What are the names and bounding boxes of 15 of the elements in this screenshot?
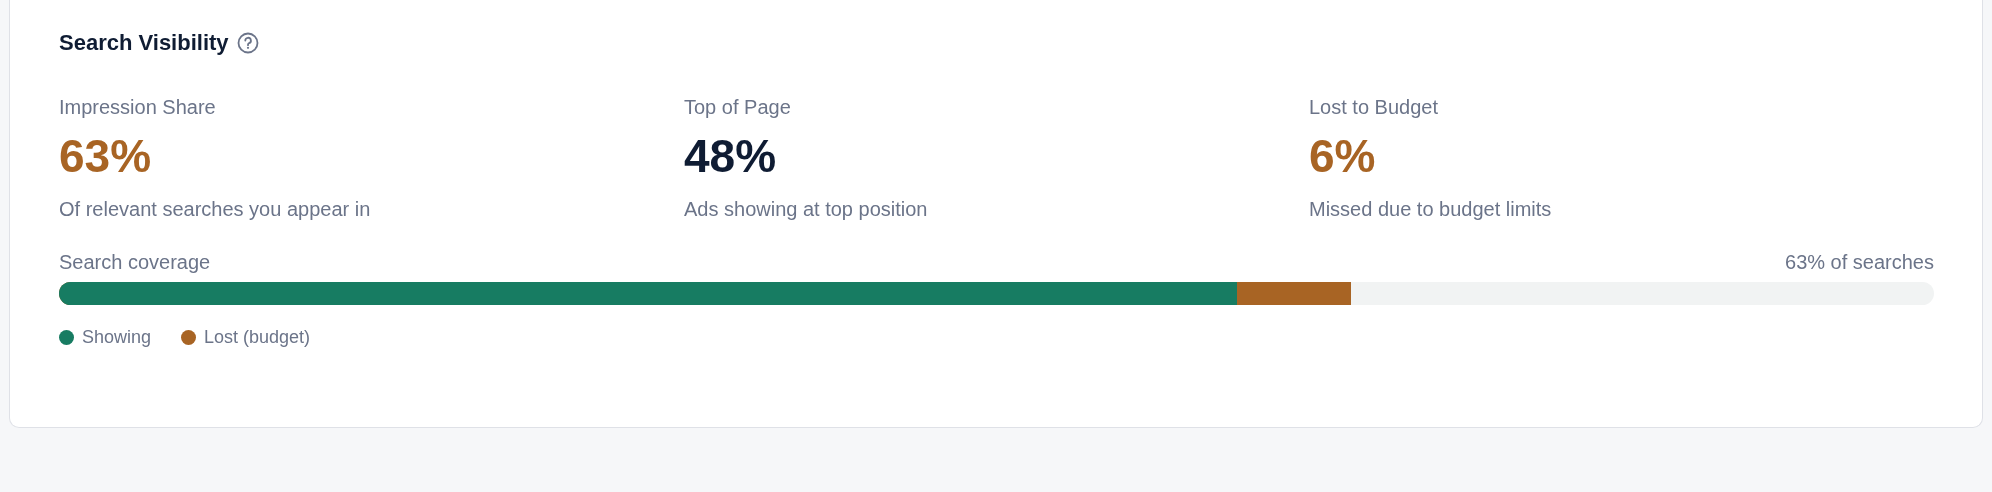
- legend-label: Lost (budget): [204, 326, 311, 348]
- metric-label: Impression Share: [59, 96, 217, 119]
- metric-label: Lost to Budget: [1309, 96, 1439, 119]
- metric-caption: Ads showing at top position: [684, 197, 929, 221]
- metric-value: 48%: [684, 131, 778, 182]
- metric-caption: Missed due to budget limits: [1309, 197, 1553, 221]
- metric-caption: Of relevant searches you appear in: [59, 197, 372, 221]
- coverage-label: Search coverage: [59, 250, 211, 274]
- metric-label: Top of Page: [684, 96, 792, 119]
- metric-value: 6%: [1309, 131, 1377, 182]
- metric-value: 63%: [59, 131, 153, 182]
- coverage-reading: 63% of searches: [1785, 250, 1934, 274]
- legend-label: Showing: [82, 326, 152, 348]
- help-icon[interactable]: [236, 32, 259, 54]
- card-title: Search Visibility: [59, 30, 229, 56]
